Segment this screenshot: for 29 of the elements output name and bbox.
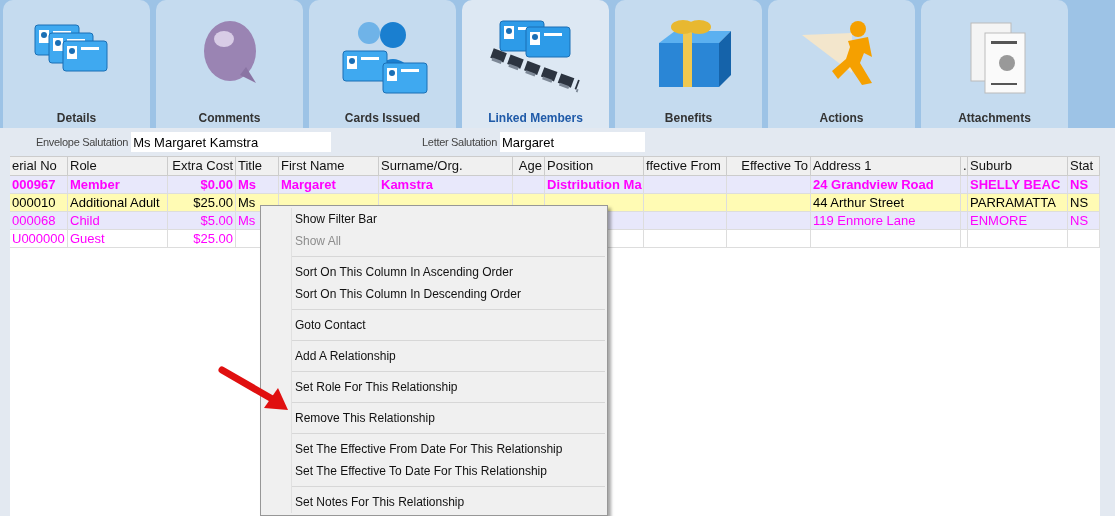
- table-cell: $25.00: [193, 195, 233, 210]
- table-cell: Additional Adult: [70, 195, 160, 210]
- table-cell: Child: [70, 213, 100, 228]
- table-cell: $5.00: [200, 213, 233, 228]
- table-cell: Member: [70, 177, 120, 192]
- table-cell: Kamstra: [381, 177, 434, 192]
- table-cell: ENMORE: [970, 213, 1028, 228]
- table-cell: $0.00: [200, 177, 233, 192]
- table-cell: 44 Arthur Street: [813, 195, 905, 210]
- table-cell: Guest: [70, 231, 105, 246]
- table-cell: PARRAMATTA: [970, 195, 1056, 210]
- table-cell: $25.00: [193, 231, 233, 246]
- table-cell: Ms: [238, 177, 257, 192]
- table-cell: Ms: [238, 195, 256, 210]
- table-cell: SHELLY BEAC: [970, 177, 1061, 192]
- table-cell: U000000: [12, 231, 65, 246]
- table-cell: NS: [1070, 195, 1089, 210]
- table-cell: Ms: [238, 213, 256, 228]
- table-cell: NS: [1070, 177, 1089, 192]
- field-label: Letter Salutation: [422, 134, 497, 150]
- table-cell: 000967: [12, 177, 56, 192]
- field-label: Envelope Salutation: [36, 134, 129, 150]
- table-cell: 000068: [12, 213, 56, 228]
- table-cell: Distribution Ma: [547, 177, 642, 192]
- table-cell: 24 Grandview Road: [813, 177, 934, 192]
- table-cell: Margaret: [281, 177, 336, 192]
- table-cell: 119 Enmore Lane: [813, 213, 916, 228]
- table-cell: 000010: [12, 195, 56, 210]
- table-cell: NS: [1070, 213, 1089, 228]
